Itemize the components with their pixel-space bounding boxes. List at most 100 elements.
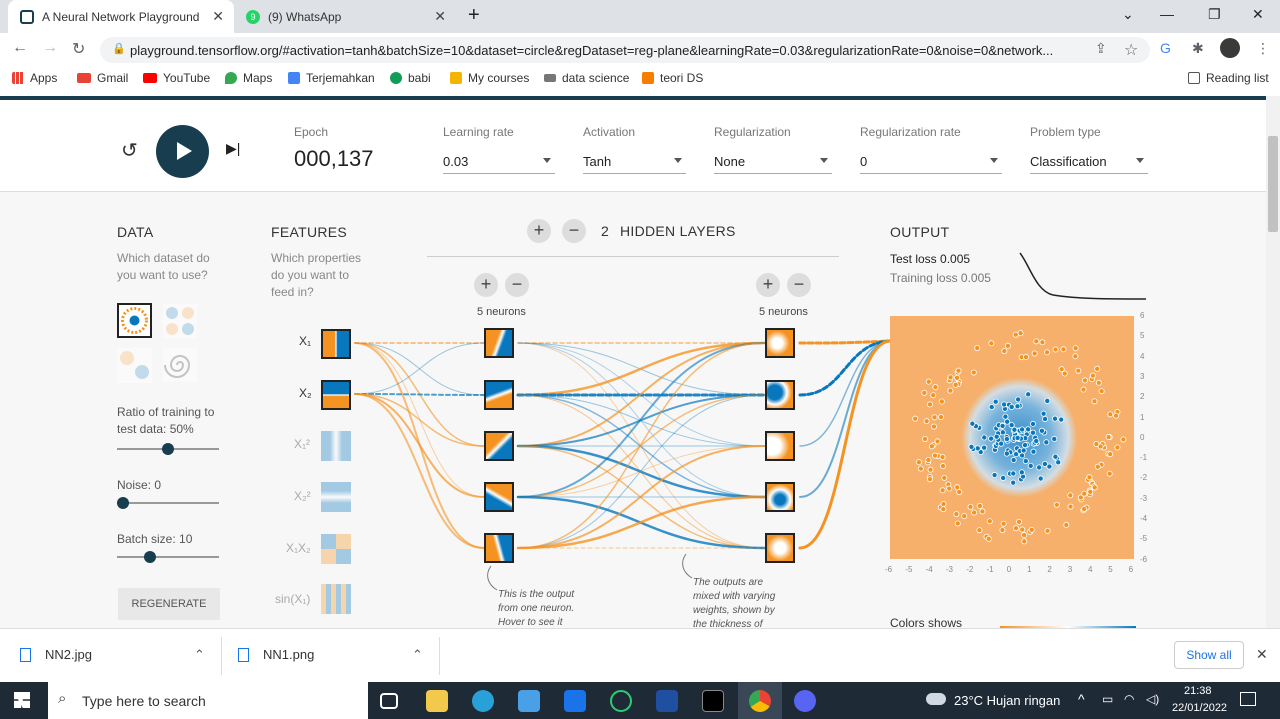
globe-icon (390, 72, 402, 84)
layer1-neuron-2[interactable] (484, 380, 514, 410)
bookmark-babi[interactable]: babi (390, 71, 431, 85)
bookmark-my-courses[interactable]: My courses (450, 71, 529, 85)
output-y-axis: 6 5 4 3 2 1 0 -1 -2 -3 -4 -5 -6 (1140, 311, 1154, 564)
bookmark-apps[interactable]: Apps (12, 71, 57, 85)
data-point (1014, 403, 1021, 410)
tab-search-chevron-icon[interactable]: ⌄ (1122, 6, 1134, 23)
data-point (1113, 412, 1120, 419)
layer1-neuron-1[interactable] (484, 328, 514, 358)
data-point (1039, 339, 1046, 346)
tab-neural-network-playground[interactable]: A Neural Network Playground ✕ (8, 0, 234, 33)
data-point (1114, 444, 1121, 451)
minimize-button[interactable]: — (1160, 6, 1174, 22)
edge-icon[interactable] (472, 690, 494, 712)
reload-icon[interactable]: ↻ (72, 39, 85, 59)
taskbar-search-box[interactable]: ⌕ Type here to search (48, 682, 368, 719)
gmail-icon (77, 73, 91, 83)
battery-icon[interactable]: ▭ (1102, 692, 1113, 706)
close-window-button[interactable]: ✕ (1252, 6, 1264, 23)
download-divider (439, 637, 440, 675)
tab-whatsapp[interactable]: 9 (9) WhatsApp ✕ (234, 0, 456, 33)
share-icon[interactable]: ⇪ (1095, 40, 1107, 57)
data-point (1020, 447, 1027, 454)
x-tick-label: -2 (966, 565, 974, 574)
bookmark-youtube[interactable]: YouTube (143, 71, 210, 85)
notification-icon[interactable] (1240, 692, 1256, 706)
data-point (1107, 411, 1114, 418)
layer1-neuron-5[interactable] (484, 533, 514, 563)
file-explorer-icon[interactable] (426, 690, 448, 712)
data-point (932, 452, 939, 459)
volume-icon[interactable]: ◁) (1146, 692, 1159, 706)
clock-date[interactable]: 22/01/2022 (1172, 702, 1227, 714)
chrome-taskbar-active[interactable] (738, 682, 782, 719)
chevron-up-icon[interactable]: ⌃ (194, 647, 205, 663)
layer2-neuron-5[interactable] (765, 533, 795, 563)
clock-time[interactable]: 21:38 (1184, 685, 1212, 697)
data-point (1058, 416, 1065, 423)
layer2-neuron-1[interactable] (765, 328, 795, 358)
data-point (1044, 397, 1051, 404)
bookmark-terjemahkan[interactable]: Terjemahkan (288, 71, 375, 85)
scrollbar-thumb[interactable] (1268, 136, 1278, 232)
layer2-neuron-3[interactable] (765, 431, 795, 461)
translate-extension-icon[interactable]: G (1160, 40, 1171, 56)
reading-list[interactable]: Reading list (1188, 71, 1269, 85)
terminal-icon[interactable] (702, 690, 724, 712)
data-point (1044, 527, 1051, 534)
new-tab-button[interactable]: + (468, 4, 480, 27)
y-tick-label: -1 (1140, 453, 1148, 463)
extensions-puzzle-icon[interactable]: ✱ (1192, 40, 1204, 57)
folder-icon (544, 74, 556, 82)
chrome-menu-icon[interactable]: ⋮ (1256, 40, 1270, 57)
data-point (992, 398, 999, 405)
weather-text[interactable]: 23°C Hujan ringan (954, 693, 1060, 708)
forward-arrow-icon[interactable]: → (42, 39, 58, 57)
back-arrow-icon[interactable]: ← (12, 39, 28, 57)
data-point (1067, 503, 1074, 510)
discord-icon[interactable] (794, 690, 816, 712)
profile-avatar[interactable] (1220, 38, 1240, 58)
layer2-neuron-4[interactable] (765, 482, 795, 512)
bookmark-label: YouTube (163, 71, 211, 85)
mail-icon[interactable] (564, 690, 586, 712)
restore-button[interactable]: ❐ (1208, 6, 1221, 23)
data-point (1089, 372, 1096, 379)
data-point (1033, 338, 1040, 345)
page-scrollbar[interactable] (1266, 96, 1280, 628)
task-view-icon[interactable] (380, 693, 398, 709)
bookmark-data-science[interactable]: data science (544, 71, 629, 85)
data-point (1022, 442, 1029, 449)
reading-list-icon (1188, 72, 1200, 84)
store-icon[interactable] (518, 690, 540, 712)
data-point (1091, 398, 1098, 405)
download-item-nn2[interactable]: NN2.jpg ⌃ (20, 647, 205, 662)
bookmark-teori-ds[interactable]: teori DS (642, 71, 703, 85)
url-bar[interactable]: 🔒 playground.tensorflow.org/#activation=… (100, 37, 1150, 63)
close-tab-icon[interactable]: ✕ (434, 8, 446, 25)
defender-icon[interactable] (656, 690, 678, 712)
layer2-neuron-2[interactable] (765, 380, 795, 410)
data-point (1010, 457, 1017, 464)
windows-start-icon[interactable] (14, 692, 30, 708)
close-downloads-icon[interactable]: ✕ (1256, 646, 1268, 663)
close-tab-icon[interactable]: ✕ (212, 8, 224, 25)
show-all-downloads-button[interactable]: Show all (1174, 641, 1244, 669)
data-point (1067, 492, 1074, 499)
download-item-nn1[interactable]: NN1.png ⌃ (238, 647, 423, 662)
data-point (1021, 532, 1028, 539)
bookmark-gmail[interactable]: Gmail (77, 71, 128, 85)
chevron-up-icon[interactable]: ⌃ (412, 647, 423, 663)
bookmark-star-icon[interactable]: ☆ (1124, 40, 1138, 60)
upwork-icon[interactable] (610, 690, 632, 712)
layer1-neuron-3[interactable] (484, 431, 514, 461)
data-point (981, 434, 988, 441)
data-point (1022, 354, 1029, 361)
wifi-icon[interactable]: ◠ (1124, 692, 1134, 706)
data-point (1046, 463, 1053, 470)
layer1-neuron-4[interactable] (484, 482, 514, 512)
tray-chevron-icon[interactable]: ^ (1078, 691, 1085, 707)
data-point (969, 420, 976, 427)
data-point (955, 367, 962, 374)
bookmark-maps[interactable]: Maps (225, 71, 272, 85)
